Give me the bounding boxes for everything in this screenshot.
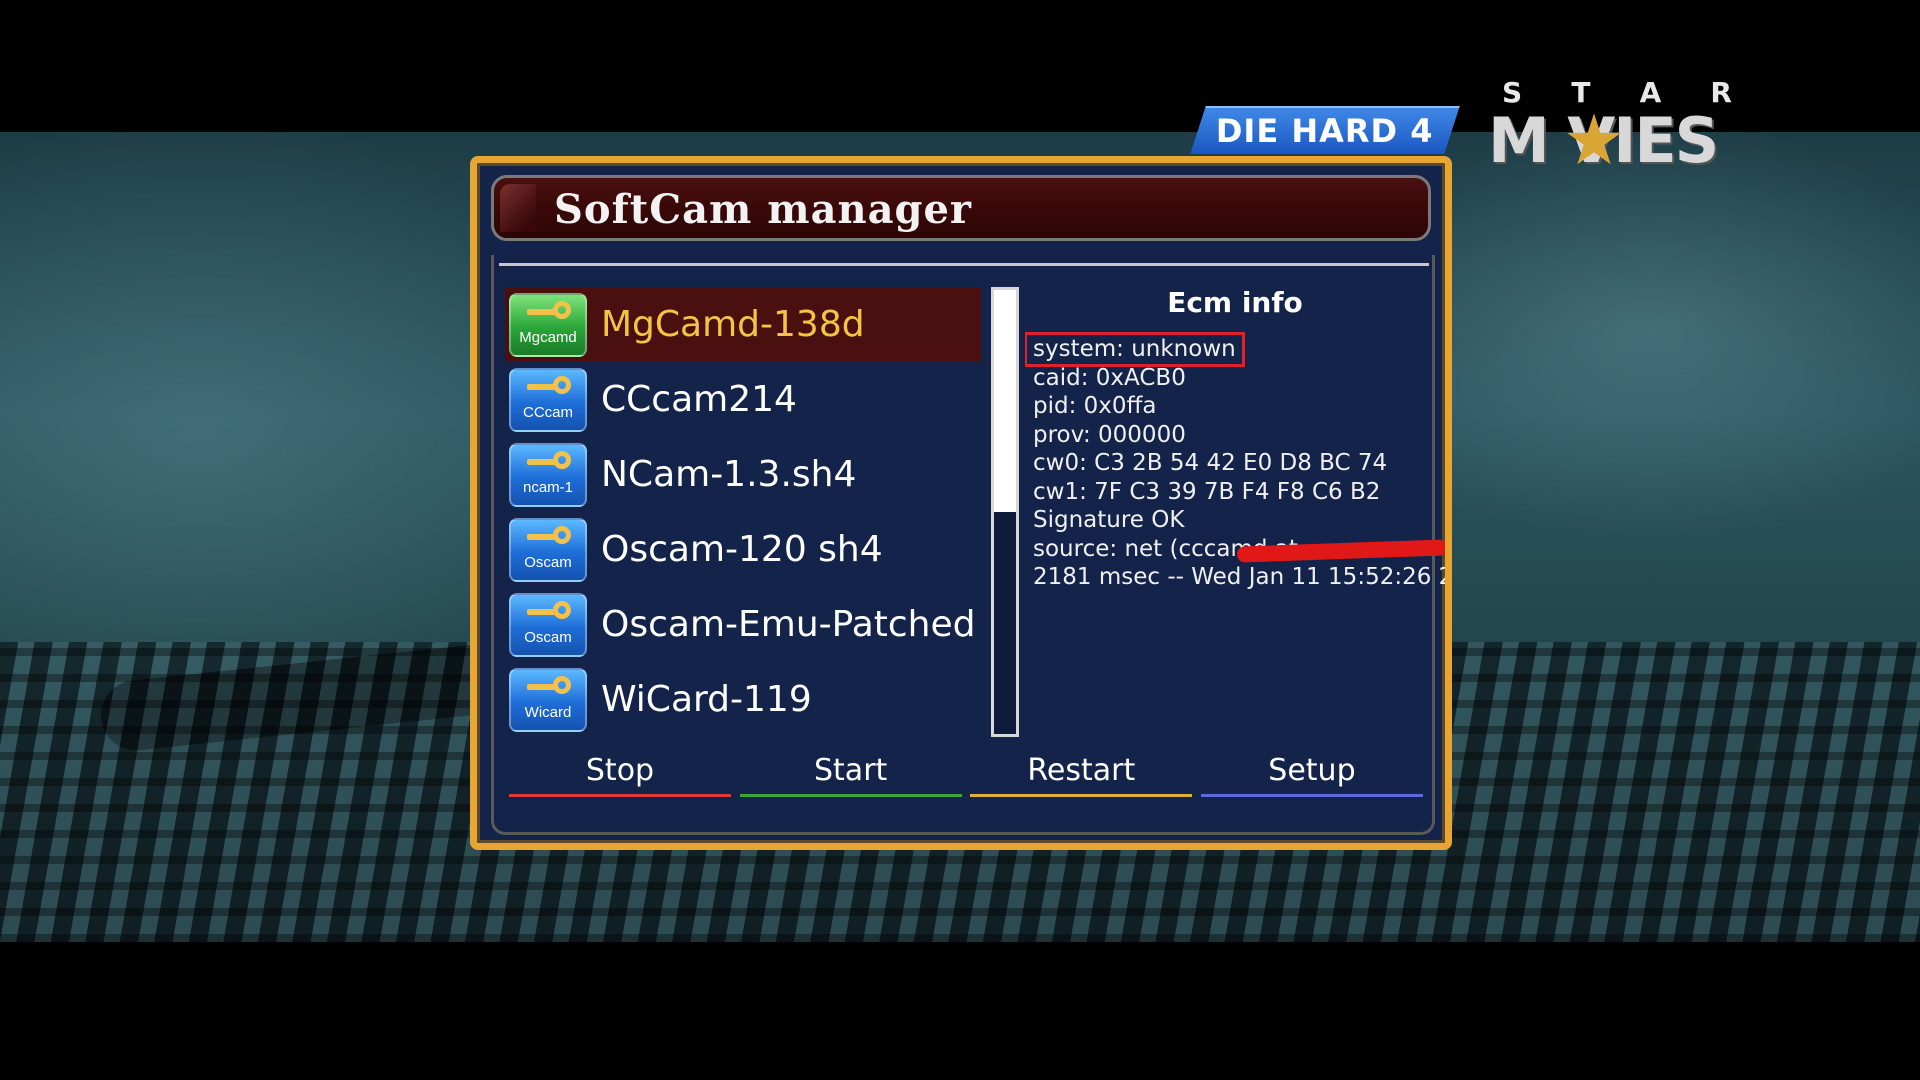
key-icon: CCcam xyxy=(509,367,587,432)
stop-button[interactable]: Stop xyxy=(509,751,731,797)
cam-name: WiCard-119 xyxy=(601,678,812,720)
titlebar-corner xyxy=(500,184,536,232)
start-button[interactable]: Start xyxy=(739,751,962,797)
ecm-caid-line: caid: 0xACB0 xyxy=(1033,364,1186,391)
dialog-title: SoftCam manager xyxy=(554,186,972,233)
ecm-signature-line: Signature OK xyxy=(1033,507,1185,533)
key-icon: Mgcamd xyxy=(509,292,587,357)
dialog-titlebar: SoftCam manager xyxy=(491,175,1431,241)
ecm-prov-line: prov: 000000 xyxy=(1033,421,1186,448)
ecm-pid-line: pid: 0x0ffa xyxy=(1033,393,1157,419)
key-icon: Oscam xyxy=(509,517,587,582)
key-icon: Wicard xyxy=(509,667,587,732)
program-tag: DIE HARD 4 xyxy=(1190,106,1460,154)
color-key-bar: Stop Start Restart Setup xyxy=(509,751,1423,799)
cam-name: CCcam214 xyxy=(601,378,797,420)
icon-label: Mgcamd xyxy=(519,328,577,346)
ecm-system-line: system: unknown xyxy=(1025,332,1245,367)
cam-name: Oscam-Emu-Patched xyxy=(601,603,976,645)
list-item-cccam[interactable]: CCcam CCcam214 xyxy=(509,362,979,437)
setup-button[interactable]: Setup xyxy=(1200,751,1423,797)
scrollbar-thumb[interactable] xyxy=(994,290,1016,512)
list-item-oscam-emu[interactable]: Oscam Oscam-Emu-Patched xyxy=(509,587,979,662)
list-item-wicard[interactable]: Wicard WiCard-119 xyxy=(509,662,979,737)
list-item-oscam-120[interactable]: Oscam Oscam-120 sh4 xyxy=(509,512,979,587)
cam-name: NCam-1.3.sh4 xyxy=(601,453,857,495)
key-icon: Oscam xyxy=(509,592,587,657)
icon-label: Wicard xyxy=(524,703,572,721)
list-item-mgcamd[interactable]: Mgcamd MgCamd-138d xyxy=(505,287,981,362)
restart-button[interactable]: Restart xyxy=(970,751,1193,797)
ecm-cw0-line: cw0: C3 2B 54 42 E0 D8 BC 74 xyxy=(1033,450,1388,476)
ecm-cw1-line: cw1: 7F C3 39 7B F4 F8 C6 B2 xyxy=(1033,478,1381,505)
list-item-ncam[interactable]: ncam-1 NCam-1.3.sh4 xyxy=(509,437,979,512)
cam-name: Oscam-120 sh4 xyxy=(601,528,883,570)
icon-label: Oscam xyxy=(524,628,572,646)
key-icon: ncam-1 xyxy=(509,442,587,507)
list-scrollbar[interactable] xyxy=(991,287,1019,737)
ecm-info-title: Ecm info xyxy=(1167,286,1303,319)
icon-label: CCcam xyxy=(522,403,573,421)
cam-name: MgCamd-138d xyxy=(601,303,865,345)
softcam-manager-dialog: SoftCam manager Mgcamd MgCamd-138d CCcam… xyxy=(470,156,1452,850)
icon-label: Oscam xyxy=(524,553,572,571)
ecm-info-panel: Ecm info system: unknown caid: 0xACB0 pi… xyxy=(1025,283,1445,723)
icon-label: ncam-1 xyxy=(522,478,574,496)
program-tag-label: DIE HARD 4 xyxy=(1215,112,1434,150)
star-icon: ★ xyxy=(1562,99,1626,181)
channel-logo: S T A R M VIES ★ xyxy=(1488,76,1748,181)
title-divider xyxy=(499,263,1429,266)
ecm-time-line: 2181 msec -- Wed Jan 11 15:52:26 201 xyxy=(1033,564,1445,590)
softcam-list: Mgcamd MgCamd-138d CCcam CCcam214 ncam-1… xyxy=(505,287,981,737)
